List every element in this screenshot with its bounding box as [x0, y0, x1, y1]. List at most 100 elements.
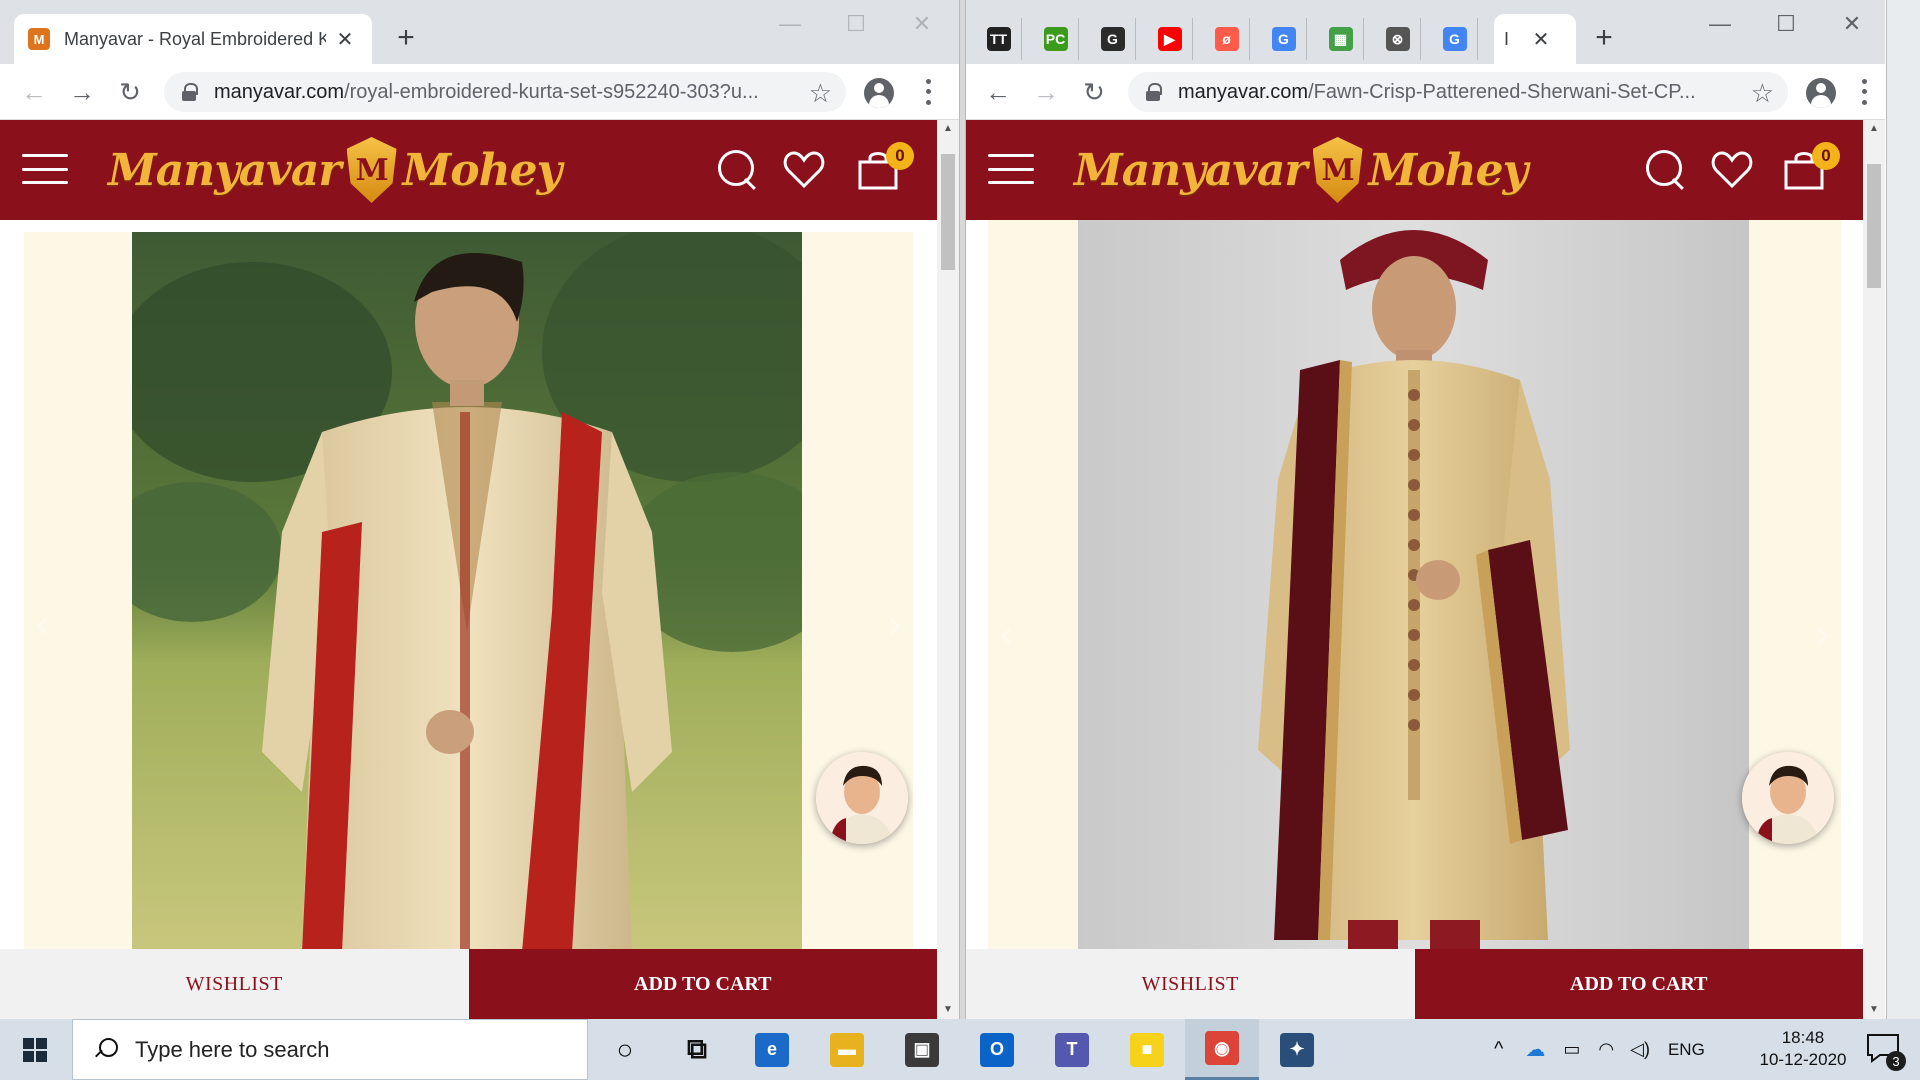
volume-icon[interactable]: ◁): [1630, 1039, 1650, 1060]
hamburger-menu-icon[interactable]: [22, 154, 68, 184]
taskbar-app-button[interactable]: ✦: [1260, 1019, 1334, 1080]
taskbar-store-button[interactable]: ▣: [885, 1019, 959, 1080]
bookmark-star-icon[interactable]: ☆: [809, 78, 832, 109]
cortana-icon: ○: [616, 1033, 634, 1065]
tab-tt[interactable]: TT: [976, 18, 1022, 60]
scroll-thumb[interactable]: [1867, 164, 1881, 288]
chrome-menu-icon[interactable]: [1854, 76, 1874, 108]
tab-youtube[interactable]: ▶: [1147, 18, 1193, 60]
tab-title: Manyavar - Royal Embroidered Kurta Set: [64, 28, 326, 49]
tab-google-1-icon: G: [1271, 27, 1296, 51]
search-icon[interactable]: [1644, 148, 1688, 192]
page-viewport: Manyavar M Mohey 0 ‹ › WISHLIST ADD TO C…: [0, 120, 937, 1019]
address-bar[interactable]: manyavar.com/Fawn-Crisp-Patterened-Sherw…: [1128, 72, 1788, 112]
wishlist-button[interactable]: WISHLIST: [0, 949, 469, 1019]
hamburger-menu-icon[interactable]: [988, 154, 1034, 184]
scroll-thumb[interactable]: [941, 154, 955, 270]
maximize-button[interactable]: ☐: [826, 6, 886, 42]
browser-toolbar: ← → ↻ manyavar.com/royal-embroidered-kur…: [0, 64, 959, 120]
tab-close-icon[interactable]: ✕: [1530, 27, 1552, 52]
maximize-button[interactable]: ☐: [1756, 6, 1816, 42]
close-window-button[interactable]: ✕: [1822, 6, 1882, 42]
taskbar-edge-button[interactable]: e: [735, 1019, 809, 1080]
tab-close-icon[interactable]: ✕: [334, 27, 356, 52]
system-tray: ^ ☁ ▭ ◠ ◁) ENG: [1494, 1019, 1705, 1080]
taskbar-teams-button[interactable]: T: [1035, 1019, 1109, 1080]
minimize-button[interactable]: —: [760, 6, 820, 42]
action-center-icon[interactable]: 3: [1866, 1033, 1906, 1071]
tab-blocked[interactable]: ø: [1204, 18, 1250, 60]
chat-assistant-avatar[interactable]: [816, 752, 908, 844]
lock-icon: [1144, 83, 1162, 101]
start-button[interactable]: [0, 1019, 70, 1080]
url-text: manyavar.com/royal-embroidered-kurta-set…: [214, 80, 759, 103]
chrome-menu-icon[interactable]: [918, 76, 938, 108]
close-window-button[interactable]: ✕: [892, 6, 952, 42]
taskbar-search-box[interactable]: Type here to search: [72, 1019, 588, 1080]
scroll-up-icon[interactable]: ▲: [937, 120, 959, 138]
cart-bag-icon[interactable]: 0: [1782, 142, 1840, 192]
add-to-cart-button[interactable]: ADD TO CART: [1414, 949, 1863, 1019]
forward-arrow-icon[interactable]: →: [1028, 74, 1064, 110]
tab-google-2[interactable]: G: [1432, 18, 1478, 60]
add-to-cart-button[interactable]: ADD TO CART: [468, 949, 937, 1019]
wishlist-heart-icon[interactable]: [782, 148, 826, 192]
site-header: Manyavar M Mohey 0: [0, 120, 937, 220]
taskbar-chrome-button[interactable]: ◉: [1185, 1019, 1259, 1080]
scroll-down-icon[interactable]: ▼: [1863, 1001, 1885, 1019]
minimize-button[interactable]: —: [1690, 6, 1750, 42]
onedrive-cloud-icon[interactable]: ☁: [1525, 1037, 1545, 1062]
profile-avatar-icon[interactable]: [1806, 78, 1836, 108]
language-indicator[interactable]: ENG: [1668, 1040, 1705, 1060]
tab-pc[interactable]: PC: [1033, 18, 1079, 60]
edge-icon: e: [755, 1032, 789, 1067]
wishlist-button[interactable]: WISHLIST: [966, 949, 1415, 1019]
product-photo-kurta[interactable]: [132, 232, 803, 949]
browser-window-left: M Manyavar - Royal Embroidered Kurta Set…: [0, 0, 960, 1019]
bookmark-star-icon[interactable]: ☆: [1751, 78, 1774, 109]
new-tab-button[interactable]: +: [388, 20, 424, 56]
new-tab-button[interactable]: +: [1586, 20, 1622, 56]
tab-google-1[interactable]: G: [1261, 18, 1307, 60]
carousel-next-icon[interactable]: ›: [887, 602, 903, 648]
browser-window-right: TT PC G ▶ ø G ▦ ⊗ G I ✕ + — ☐ ✕ ← → ↻ manyavar.c…: [965, 0, 1885, 1019]
taskbar-clock[interactable]: 18:48 10-12-2020: [1758, 1027, 1848, 1071]
taskbar-cortana-button[interactable]: ○: [588, 1019, 662, 1080]
page-viewport: Manyavar M Mohey 0 ‹ › WISHLIST ADD TO C…: [966, 120, 1863, 1019]
sticky-notes-icon: ■: [1130, 1032, 1164, 1067]
taskbar-sticky-notes-button[interactable]: ■: [1110, 1019, 1184, 1080]
scroll-down-icon[interactable]: ▼: [937, 1001, 959, 1019]
carousel-prev-icon[interactable]: ‹: [998, 612, 1014, 658]
wishlist-heart-icon[interactable]: [1710, 148, 1754, 192]
address-bar[interactable]: manyavar.com/royal-embroidered-kurta-set…: [164, 72, 846, 112]
cart-bag-icon[interactable]: 0: [856, 142, 914, 192]
taskbar-file-explorer-button[interactable]: ▬: [810, 1019, 884, 1080]
carousel-next-icon[interactable]: ›: [1815, 612, 1831, 658]
tab-sheet[interactable]: ▦: [1318, 18, 1364, 60]
profile-avatar-icon[interactable]: [864, 78, 894, 108]
taskbar-task-view-button[interactable]: ⧉: [660, 1019, 734, 1080]
back-arrow-icon[interactable]: ←: [16, 74, 52, 110]
manyavar-mohey-logo[interactable]: Manyavar M Mohey: [1074, 132, 1528, 208]
reload-icon[interactable]: ↻: [1076, 74, 1112, 110]
tab-circle[interactable]: ⊗: [1375, 18, 1421, 60]
logo-emblem-icon: M: [1312, 137, 1363, 203]
tab-grammarly[interactable]: G: [1090, 18, 1136, 60]
forward-arrow-icon[interactable]: →: [64, 74, 100, 110]
scroll-up-icon[interactable]: ▲: [1863, 120, 1885, 138]
reload-icon[interactable]: ↻: [112, 74, 148, 110]
back-arrow-icon[interactable]: ←: [980, 74, 1016, 110]
show-hidden-icons-chevron-icon[interactable]: ^: [1494, 1038, 1503, 1061]
chat-assistant-avatar[interactable]: [1742, 752, 1834, 844]
battery-icon[interactable]: ▭: [1563, 1039, 1580, 1060]
search-icon[interactable]: [716, 148, 760, 192]
manyavar-mohey-logo[interactable]: Manyavar M Mohey: [108, 132, 562, 208]
wifi-icon[interactable]: ◠: [1598, 1039, 1614, 1060]
tab-active-sherwani[interactable]: I ✕: [1494, 14, 1576, 64]
product-photo-sherwani[interactable]: [1078, 220, 1749, 949]
page-scrollbar[interactable]: ▲ ▼: [1863, 120, 1885, 1019]
carousel-prev-icon[interactable]: ‹: [34, 602, 50, 648]
taskbar-outlook-button[interactable]: O: [960, 1019, 1034, 1080]
tab-manyavar-kurta[interactable]: M Manyavar - Royal Embroidered Kurta Set…: [14, 14, 372, 64]
page-scrollbar[interactable]: ▲ ▼: [937, 120, 959, 1019]
